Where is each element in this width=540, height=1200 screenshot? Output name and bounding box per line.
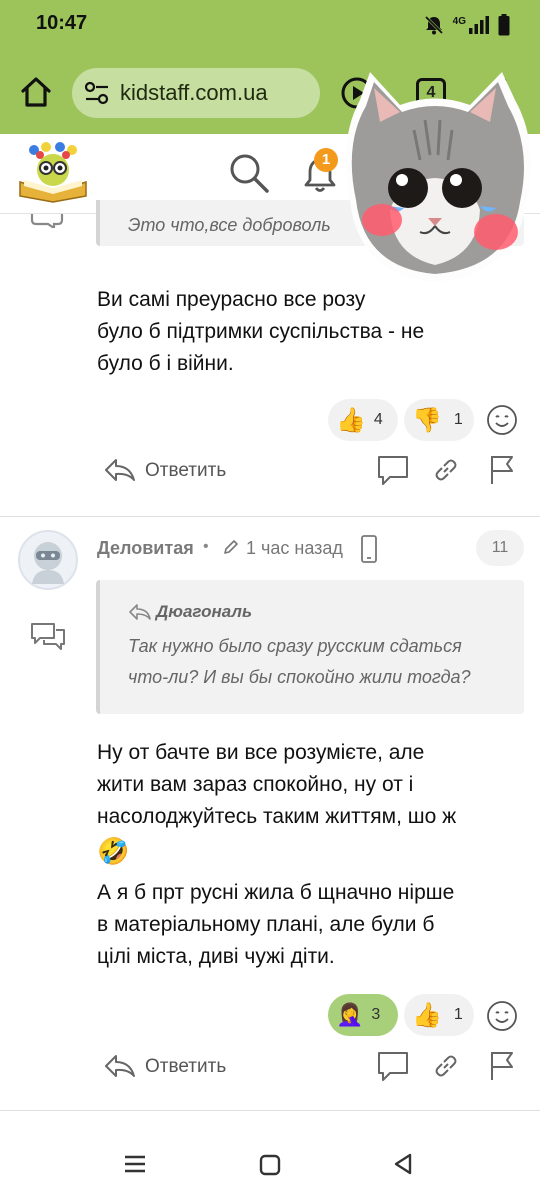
comment2-reply-button[interactable]: Ответить (145, 1056, 226, 1078)
comment2-reaction-facepalm[interactable]: 🤦‍♀️ 3 (328, 994, 398, 1036)
reply-arrow-icon[interactable] (104, 1052, 136, 1080)
comment1-quote-text: Это что,все доброволь (128, 215, 331, 235)
meta-separator: • (203, 538, 209, 555)
comment-divider (0, 1110, 540, 1111)
home-icon[interactable] (18, 74, 54, 110)
comment2-quote-icon[interactable] (376, 1050, 410, 1082)
comment2-quote: Дюагональ Так нужно было сразу русским с… (96, 580, 524, 714)
search-icon[interactable] (228, 152, 270, 194)
site-settings-icon[interactable] (84, 81, 110, 105)
comment1-quote-icon[interactable] (376, 454, 410, 486)
reaction-count: 3 (371, 1006, 381, 1023)
site-logo[interactable] (16, 142, 90, 204)
status-bar: 10:47 4G (0, 0, 540, 50)
comment2-report-flag-icon[interactable] (488, 1050, 516, 1082)
edited-pencil-icon (224, 540, 238, 554)
reaction-count: 4 (373, 411, 383, 428)
quote-line: что-ли? И вы бы спокойно жили тогда? (128, 667, 471, 687)
comment1-body-line: було б підтримки суспільства - не (97, 320, 425, 343)
comment2-number-badge[interactable]: 11 (476, 530, 524, 566)
status-icons: 4G (423, 14, 510, 36)
status-time: 10:47 (36, 12, 88, 34)
comment2-body-line: жити вам зараз спокойно, ну от і (97, 773, 414, 796)
network-type: 4G (452, 15, 466, 27)
comment1-reaction-dislike[interactable]: 👎 1 (404, 399, 474, 441)
signal-icon (469, 16, 489, 34)
comment2-body-line: А я б прт русні жила б щначно нірше (97, 881, 455, 904)
bell-muted-icon (424, 15, 443, 35)
thumbs-down-icon: 👎 (412, 406, 442, 434)
mobile-device-icon (361, 535, 377, 563)
quote-author[interactable]: Дюагональ (156, 602, 252, 622)
reaction-count: 1 (453, 1006, 463, 1023)
robot-avatar-icon (32, 542, 64, 584)
comment2-thread-icon[interactable] (30, 622, 66, 652)
cat-sticker-overlay[interactable] (330, 60, 540, 290)
thumbs-up-icon: 👍 (336, 406, 366, 434)
comment2-avatar[interactable] (18, 530, 78, 590)
comment2-body-line: насолоджуйтесь таким життям, шо ж (97, 805, 457, 828)
comment1-body-line: було б і війни. (97, 352, 234, 375)
back-nav-icon[interactable] (392, 1152, 414, 1176)
recent-apps-icon[interactable] (124, 1154, 146, 1174)
comment1-report-flag-icon[interactable] (488, 454, 516, 486)
reaction-count: 1 (453, 411, 463, 428)
rofl-emoji: 🤣 (97, 836, 130, 866)
home-nav-icon[interactable] (259, 1154, 281, 1176)
comment2-body-line: в матеріальному плані, але були б (97, 913, 435, 936)
comment1-reply-button[interactable]: Ответить (145, 460, 226, 482)
comment2-body-line: Ну от бачте ви все розумієте, але (97, 741, 425, 764)
reply-arrow-icon[interactable] (104, 456, 136, 484)
add-reaction-icon[interactable] (486, 1000, 518, 1032)
battery-icon (498, 14, 510, 36)
comment2-reaction-like[interactable]: 👍 1 (404, 994, 474, 1036)
comment-number: 11 (491, 539, 509, 556)
url-bar[interactable]: kidstaff.com.ua (72, 68, 320, 118)
system-nav-bar (0, 1128, 540, 1200)
comment2-time[interactable]: 1 час назад (246, 538, 343, 559)
comment2-quote-text: Так нужно было сразу русским сдаться что… (128, 631, 471, 693)
reply-arrow-small-icon (129, 604, 151, 620)
add-reaction-icon[interactable] (486, 404, 518, 436)
comment1-reaction-like[interactable]: 👍 4 (328, 399, 398, 441)
comment2-link-icon[interactable] (432, 1052, 460, 1080)
comment1-reply-thread-icon (30, 214, 64, 228)
comment1-link-icon[interactable] (432, 456, 460, 484)
thumbs-up-icon: 👍 (412, 1001, 442, 1029)
comment2-body-line: цілі міста, диві чужі діти. (97, 945, 335, 968)
comment2-body: Ну от бачте ви все розумієте, але жити в… (97, 737, 532, 973)
quote-line: Так нужно было сразу русским сдаться (128, 636, 462, 656)
comment2-author[interactable]: Деловитая (97, 538, 194, 559)
facepalm-icon: 🤦‍♀️ (336, 1002, 364, 1027)
comment-divider (0, 516, 540, 517)
url-text: kidstaff.com.ua (120, 80, 268, 105)
comment1-body: Ви самі преурасно все розу було б підтри… (97, 284, 527, 380)
notification-count: 1 (321, 151, 331, 168)
